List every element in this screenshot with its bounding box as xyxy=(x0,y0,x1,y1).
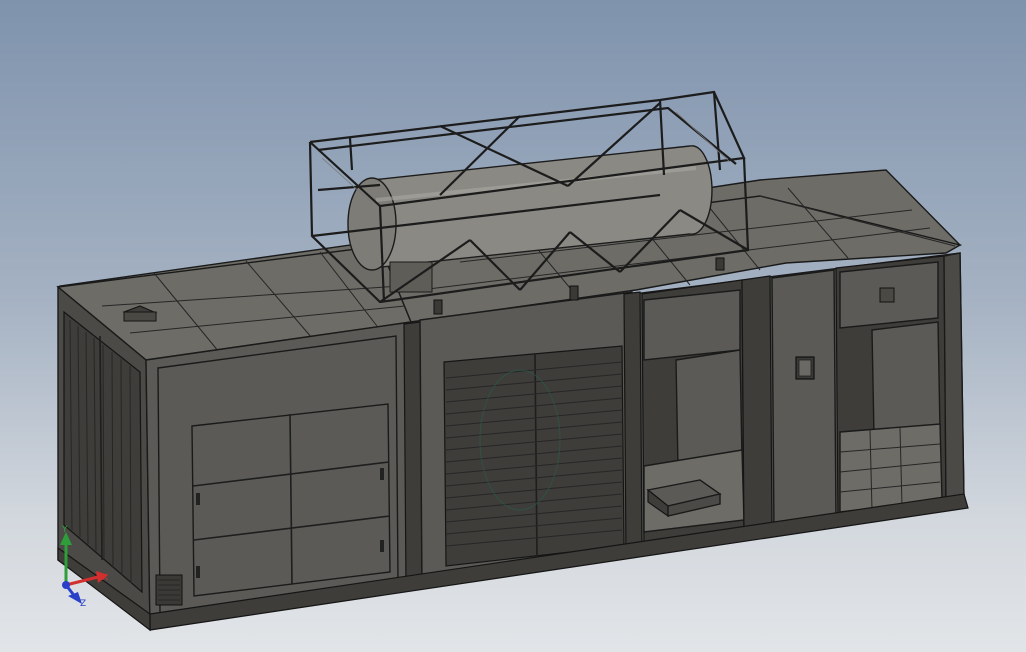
open-bay-section xyxy=(641,279,745,547)
x-axis-label: X xyxy=(102,573,108,583)
louver-grille xyxy=(443,345,625,567)
right-open-bay xyxy=(835,255,947,523)
frame-pillar xyxy=(623,291,643,557)
z-axis-label: Z xyxy=(80,599,86,609)
frame-pillar xyxy=(741,275,773,535)
3d-graphics-viewport[interactable]: Y X Z xyxy=(0,0,1026,652)
door-handle[interactable] xyxy=(196,566,200,578)
door-handle[interactable] xyxy=(380,540,384,552)
louvered-door-section xyxy=(419,291,637,587)
generator-container-model[interactable]: Y X Z xyxy=(0,0,1026,652)
left-door-section xyxy=(155,335,399,615)
y-axis-label: Y xyxy=(61,525,68,535)
door-handle[interactable] xyxy=(196,493,200,505)
door-handle[interactable] xyxy=(380,468,384,480)
control-section xyxy=(771,269,837,533)
right-end-face xyxy=(943,252,965,510)
small-access-hatch[interactable] xyxy=(879,287,895,303)
frame-pillar xyxy=(403,321,423,589)
